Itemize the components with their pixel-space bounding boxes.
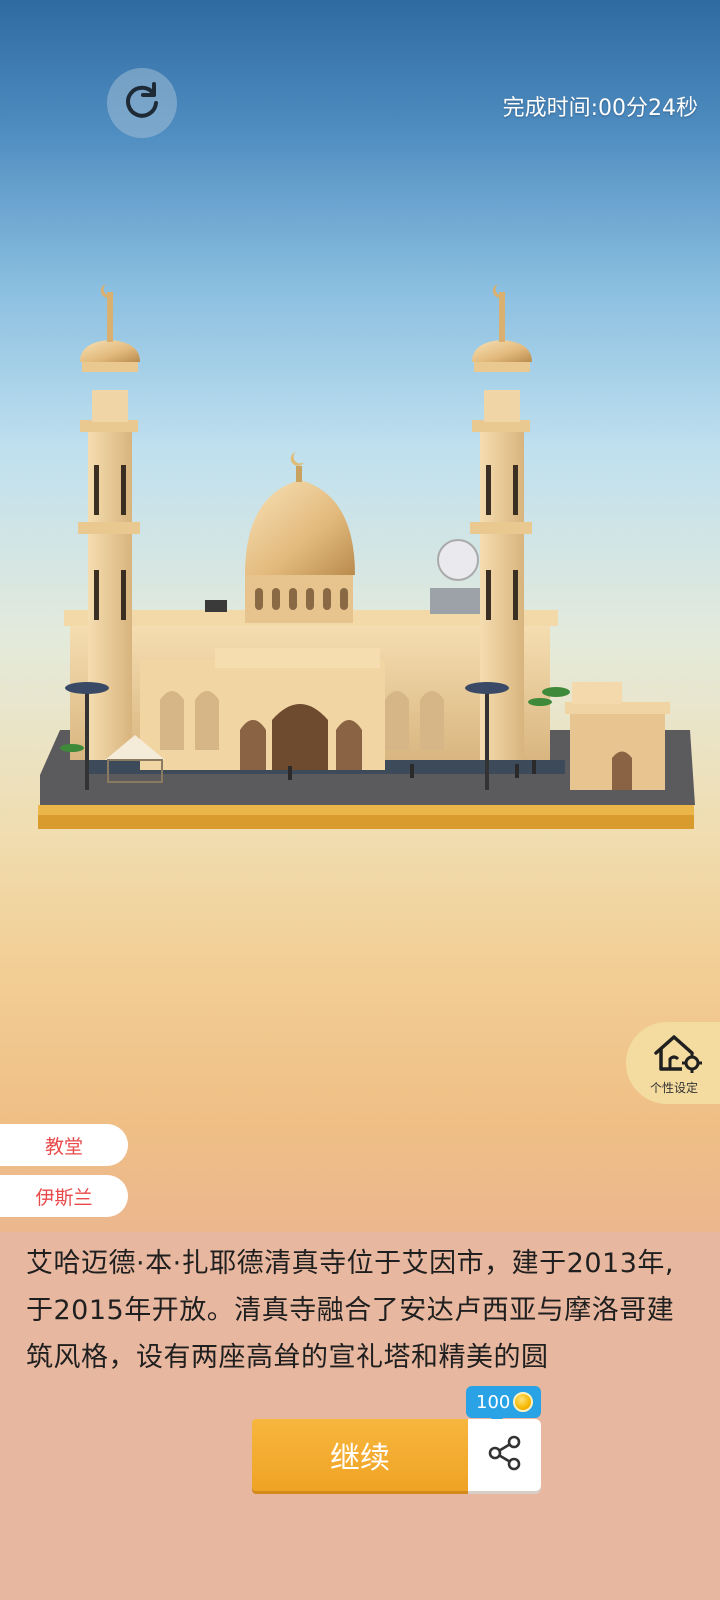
continue-button[interactable]: 继续 [252, 1419, 468, 1491]
description-text: 艾哈迈德·本·扎耶德清真寺位于艾因市，建于2013年,于2015年开放。清真寺融… [26, 1248, 675, 1373]
settings-label: 个性设定 [650, 1080, 699, 1095]
restart-icon [120, 79, 164, 127]
completion-timer: 完成时间:00分24秒 [502, 96, 698, 121]
house-gear-icon [652, 1031, 704, 1077]
tag-church[interactable]: 教堂 [0, 1124, 128, 1166]
restart-button[interactable] [107, 68, 177, 138]
coin-icon [513, 1392, 534, 1412]
share-button[interactable] [468, 1419, 541, 1491]
share-icon [486, 1434, 524, 1476]
mosque-model-scene[interactable] [0, 270, 720, 870]
tag-islam[interactable]: 伊斯兰 [0, 1175, 128, 1217]
coin-amount: 100 [476, 1391, 511, 1413]
coin-reward-badge: 100 [466, 1386, 542, 1425]
personal-settings-button[interactable]: 个性设定 [626, 1022, 720, 1104]
